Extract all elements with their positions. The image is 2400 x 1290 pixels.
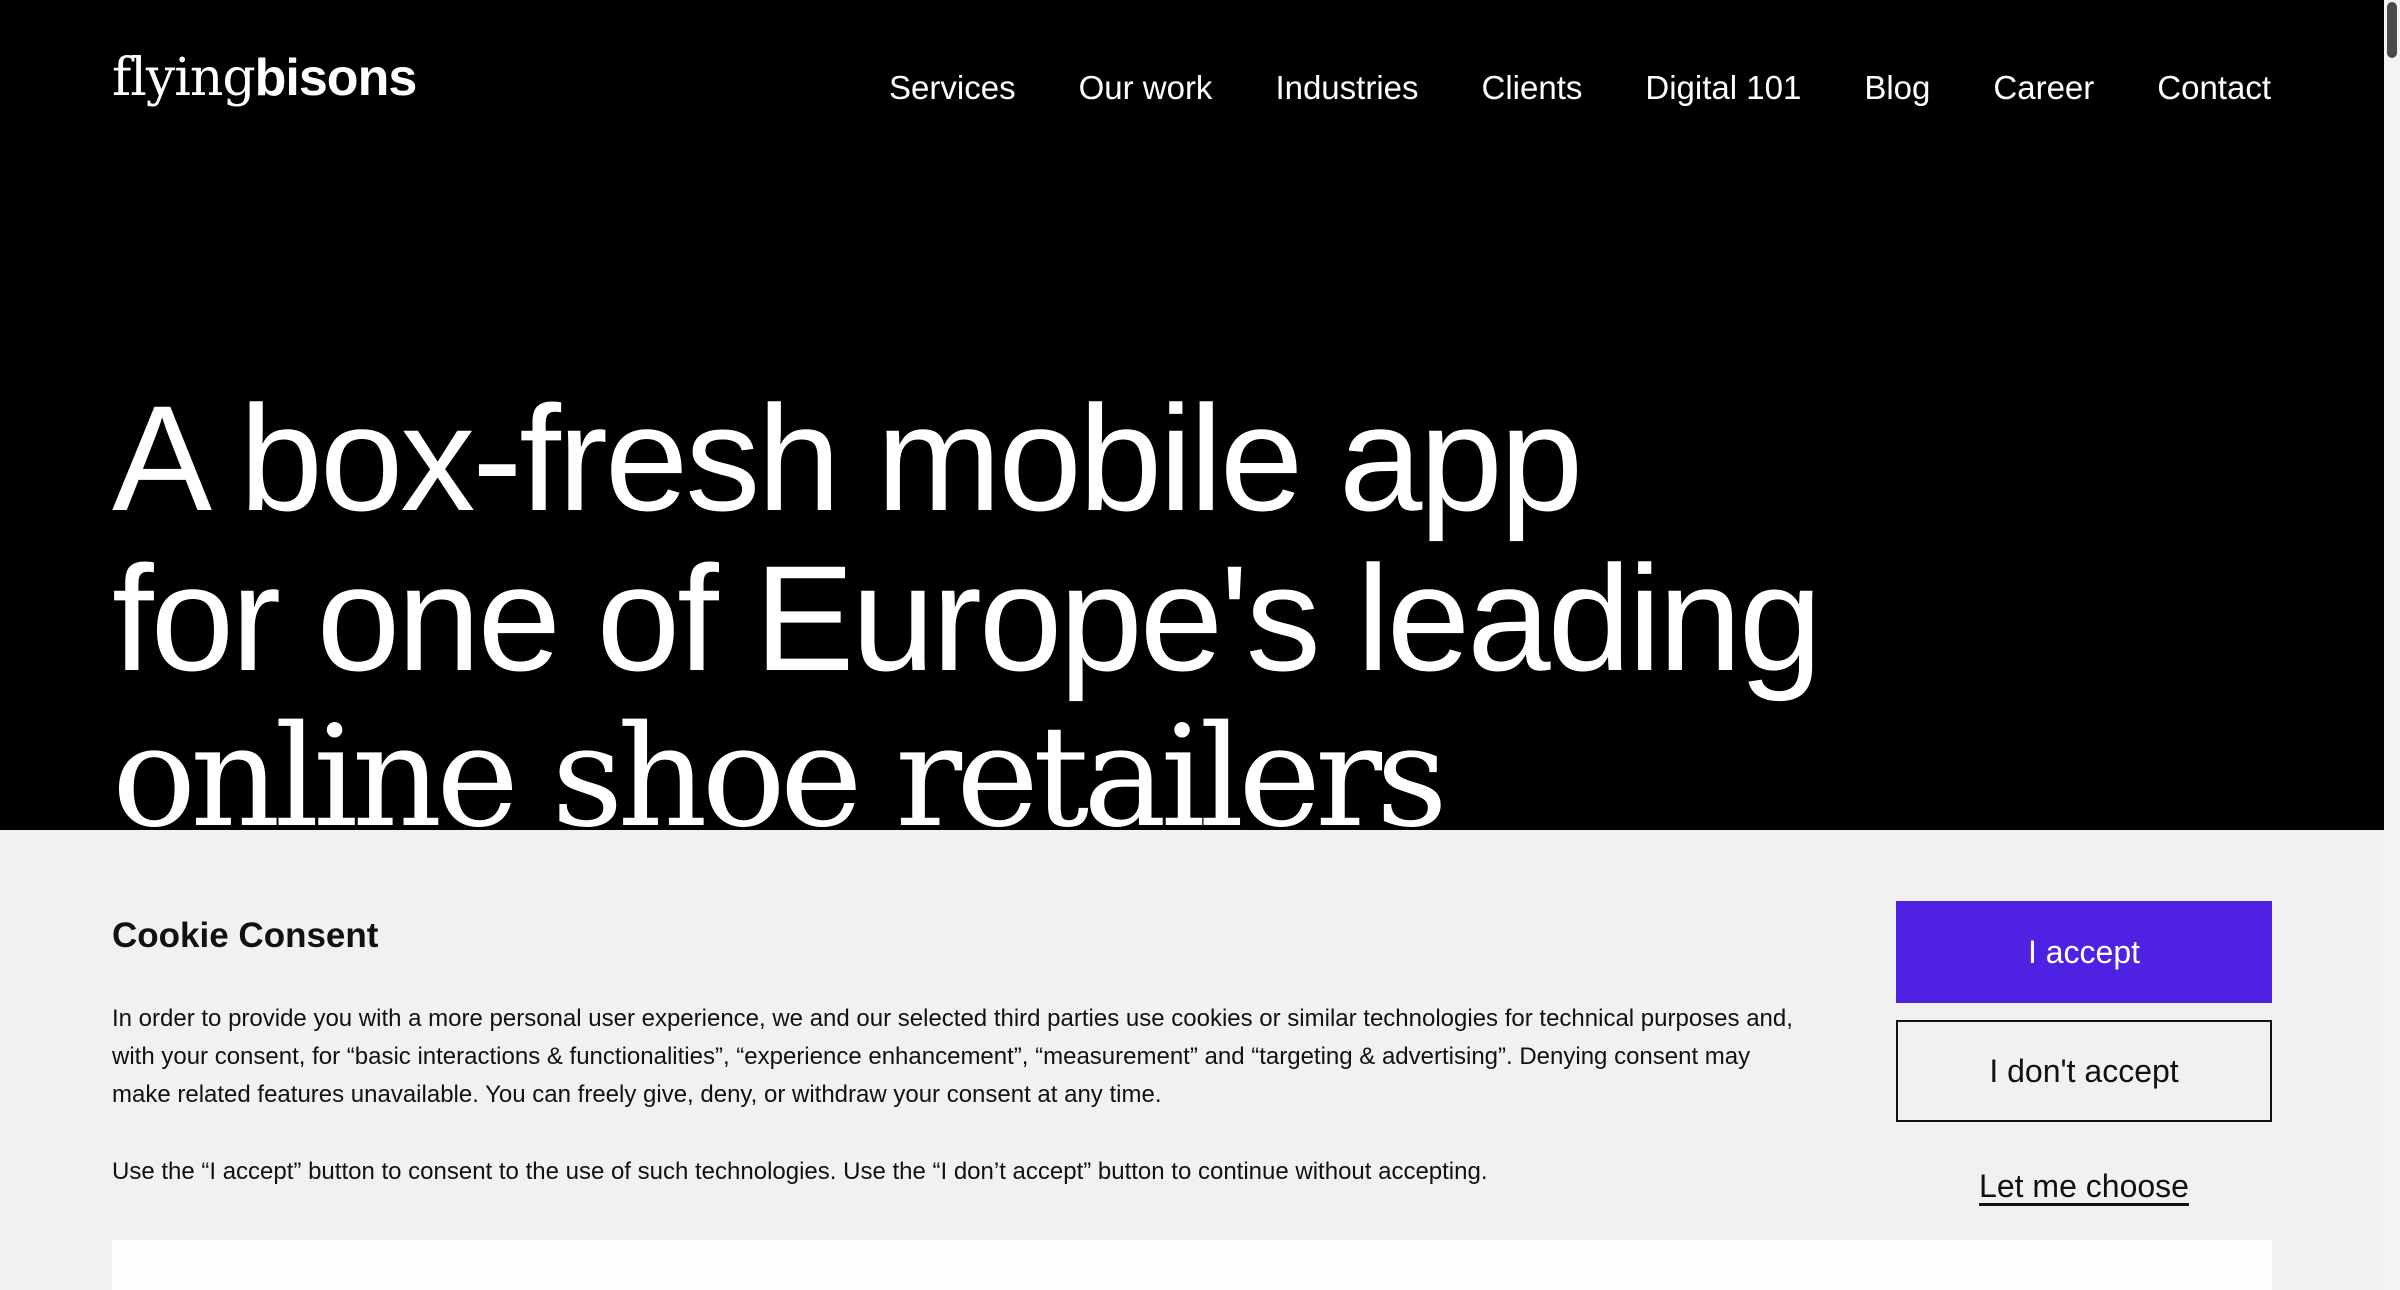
dont-accept-button[interactable]: I don't accept: [1896, 1020, 2272, 1122]
page: flyingbisons Services Our work Industrie…: [0, 0, 2384, 1290]
nav-item-services[interactable]: Services: [889, 64, 1016, 112]
cookie-consent-banner: Cookie Consent In order to provide you w…: [0, 830, 2384, 1290]
hero-line-1: A box-fresh mobile app: [112, 374, 1583, 542]
nav-item-digital-101[interactable]: Digital 101: [1645, 64, 1801, 112]
nav-item-clients[interactable]: Clients: [1482, 64, 1583, 112]
page-scrollbar[interactable]: [2384, 0, 2400, 1290]
nav-item-industries[interactable]: Industries: [1275, 64, 1418, 112]
let-me-choose-link[interactable]: Let me choose: [1896, 1168, 2272, 1205]
content-card-peek: [112, 1240, 2272, 1290]
nav-item-contact[interactable]: Contact: [2157, 64, 2271, 112]
cookie-description: In order to provide you with a more pers…: [112, 1005, 1793, 1108]
logo-part-flying: flying: [112, 48, 256, 108]
hero-line-2: for one of Europe's leading: [112, 534, 1822, 702]
cookie-title: Cookie Consent: [112, 916, 379, 955]
nav-item-blog[interactable]: Blog: [1864, 64, 1930, 112]
logo-part-bisons: bisons: [254, 49, 418, 107]
cookie-instructions: Use the “I accept” button to consent to …: [112, 1158, 1488, 1185]
accept-button[interactable]: I accept: [1896, 901, 2272, 1003]
scrollbar-thumb[interactable]: [2387, 2, 2397, 58]
site-logo[interactable]: flyingbisons: [112, 49, 418, 107]
site-header: flyingbisons Services Our work Industrie…: [0, 0, 2384, 175]
hero-heading: A box-fresh mobile app for one of Europe…: [112, 378, 1912, 858]
nav-item-our-work[interactable]: Our work: [1079, 64, 1213, 112]
nav-item-career[interactable]: Career: [1993, 64, 2094, 112]
main-nav: Services Our work Industries Clients Dig…: [889, 64, 2271, 112]
